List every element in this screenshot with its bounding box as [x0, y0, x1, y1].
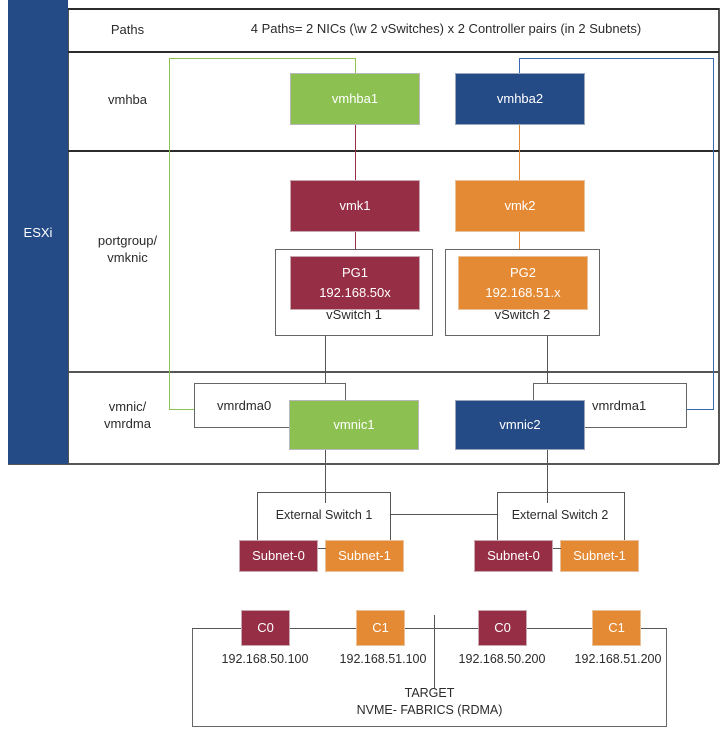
external-switch-2-label: External Switch 2 — [511, 508, 609, 522]
controller-c1-b-box[interactable]: C1 — [592, 610, 641, 646]
row-label-vmnic-line1: vmnic/ — [108, 399, 147, 415]
row-label-portgroup-line2: vmknic — [107, 250, 148, 265]
vmnic1-label: vmnic1 — [333, 416, 375, 432]
paths-value: 4 Paths= 2 NICs (\w 2 vSwitches) x 2 Con… — [250, 21, 642, 36]
vmnic1-to-extsw1-line — [325, 450, 326, 503]
table-top-border — [67, 8, 719, 10]
vmk2-label: vmk2 — [504, 197, 536, 213]
row-label-vmhba-text: vmhba — [107, 91, 148, 107]
blue-path-top — [519, 58, 713, 59]
vmhba2-label: vmhba2 — [496, 90, 544, 106]
row-label-paths-text: Paths — [110, 21, 145, 37]
extsw1-to-extsw2-link — [390, 514, 497, 515]
table-bottom-border — [8, 463, 719, 465]
green-path-left — [169, 58, 170, 409]
controller-c1-b-ip: 192.168.51.200 — [574, 652, 662, 666]
vmk1-box[interactable]: vmk1 — [290, 180, 420, 232]
row-label-portgroup-line1: portgroup/ — [97, 233, 158, 249]
esxi-label: ESXi — [23, 224, 53, 240]
extsw1-top — [257, 492, 391, 493]
pg2-name: PG2 — [509, 264, 536, 280]
blue-path-right — [713, 58, 714, 409]
pg2-subnet: 192.168.51.x — [485, 285, 561, 300]
vmk1-label: vmk1 — [339, 197, 371, 213]
controller-c0-b-label: C0 — [494, 619, 511, 635]
extsw2-subnet-0-label: Subnet-0 — [487, 547, 540, 563]
extsw1-subnet-0-label: Subnet-0 — [252, 547, 305, 563]
vmnic2-to-extsw2-line — [547, 450, 548, 503]
blue-path-bottom — [687, 409, 714, 410]
extsw1-subnet-1-label: Subnet-1 — [338, 547, 391, 563]
vmhba1-box[interactable]: vmhba1 — [290, 73, 420, 125]
diagram-canvas: ESXi Paths 4 Paths= 2 NICs (\w 2 vSwitch… — [0, 0, 728, 736]
pg1-subnet: 192.168.50x — [319, 285, 391, 300]
extsw2-subnet-1-box[interactable]: Subnet-1 — [560, 540, 639, 572]
table-row-divider-vmhba — [67, 150, 719, 152]
vmhba1-label: vmhba1 — [331, 90, 379, 106]
row-label-portgroup: portgroup/ vmknic — [70, 232, 185, 268]
row-label-vmnic: vmnic/ vmrdma — [70, 398, 185, 434]
extsw2-subnet-1-label: Subnet-1 — [573, 547, 626, 563]
extsw2-subnet-link — [553, 548, 561, 549]
controller-c1-a-ip: 192.168.51.100 — [339, 652, 427, 666]
controller-c0-b-ip: 192.168.50.200 — [458, 652, 546, 666]
vmrdma1-label: vmrdma1 — [592, 398, 647, 413]
controller-c0-a-label: C0 — [257, 619, 274, 635]
extsw2-subnet-0-box[interactable]: Subnet-0 — [474, 540, 553, 572]
controller-c1-b-label: C1 — [608, 619, 625, 635]
target-title-line2: NVME- FABRICS (RDMA) — [356, 703, 503, 717]
external-switch-1-label: External Switch 1 — [275, 508, 373, 522]
row-label-vmnic-line2: vmrdma — [104, 416, 151, 431]
green-path-top — [169, 58, 355, 59]
row-label-vmhba: vmhba — [70, 86, 185, 114]
orange-connector-hba-to-vmk — [519, 125, 520, 181]
vmnic2-box[interactable]: vmnic2 — [455, 400, 585, 450]
green-path-drop-to-hba — [355, 58, 356, 74]
esxi-bar: ESXi — [8, 0, 68, 464]
vmk2-box[interactable]: vmk2 — [455, 180, 585, 232]
pg1-box[interactable]: PG1 192.168.50x — [290, 256, 420, 310]
pg1-name: PG1 — [341, 264, 368, 280]
extsw1-subnet-link — [318, 548, 326, 549]
controller-c0-a-ip: 192.168.50.100 — [221, 652, 309, 666]
extsw2-top — [497, 492, 625, 493]
controller-c0-a-box[interactable]: C0 — [241, 610, 290, 646]
pg2-box[interactable]: PG2 192.168.51.x — [458, 256, 588, 310]
table-row-divider-portgroup — [67, 371, 719, 373]
row-label-paths: Paths — [70, 14, 185, 46]
vmrdma0-label: vmrdma0 — [217, 398, 272, 413]
vmnic2-label: vmnic2 — [499, 416, 541, 432]
extsw1-subnet-1-box[interactable]: Subnet-1 — [325, 540, 404, 572]
controller-c0-b-box[interactable]: C0 — [478, 610, 527, 646]
maroon-connector-hba-to-vmk — [355, 125, 356, 181]
target-title-line1: TARGET — [404, 686, 455, 700]
controller-c1-a-label: C1 — [372, 619, 389, 635]
vmhba2-box[interactable]: vmhba2 — [455, 73, 585, 125]
table-row-divider-paths — [67, 51, 719, 53]
controller-c1-a-box[interactable]: C1 — [356, 610, 405, 646]
vmnic1-box[interactable]: vmnic1 — [289, 400, 419, 450]
green-path-bottom — [169, 409, 195, 410]
extsw1-subnet-0-box[interactable]: Subnet-0 — [239, 540, 318, 572]
table-right-border — [718, 8, 720, 464]
blue-path-drop-to-hba — [519, 58, 520, 74]
